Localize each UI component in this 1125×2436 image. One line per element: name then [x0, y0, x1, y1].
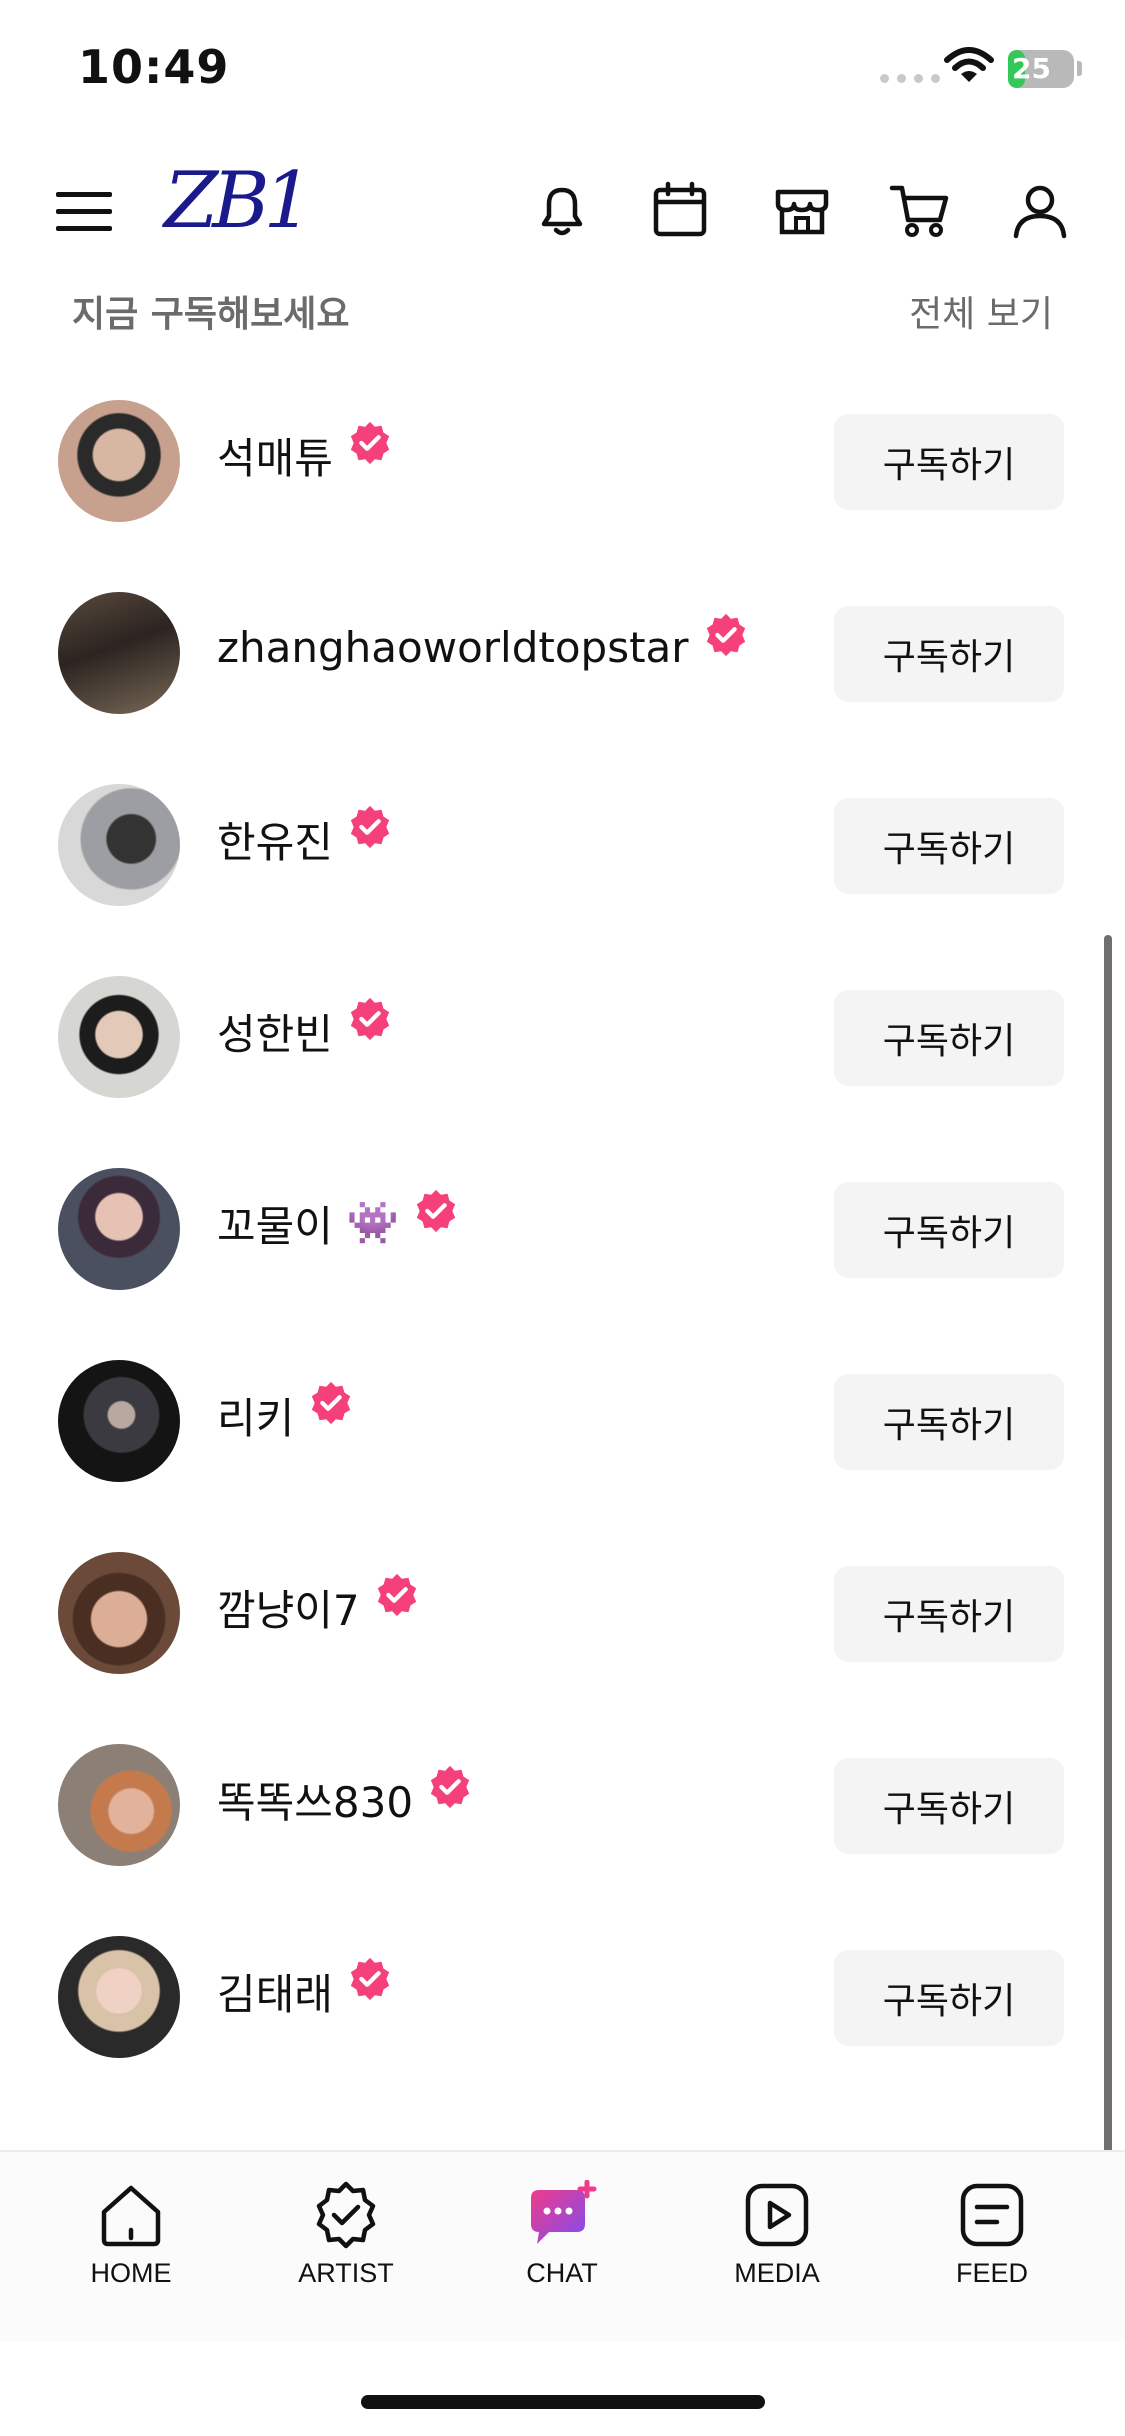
verified-badge-icon [312, 1381, 351, 1425]
subscribe-button[interactable]: 구독하기 [834, 414, 1064, 510]
tab-label: MEDIA [734, 2258, 820, 2288]
home-indicator [361, 2395, 765, 2409]
profile-icon[interactable] [1008, 178, 1072, 242]
subscribe-button[interactable]: 구독하기 [834, 1182, 1064, 1278]
tab-feed[interactable]: FEED [912, 2180, 1072, 2289]
artist-name[interactable]: 한유진 [217, 809, 333, 870]
avatar[interactable] [58, 1360, 180, 1482]
list-item[interactable]: 김태래 구독하기 [0, 1916, 1125, 2076]
see-all-link[interactable]: 전체 보기 [909, 285, 1053, 337]
menu-icon[interactable] [56, 190, 112, 234]
avatar[interactable] [58, 1552, 180, 1674]
artist-name[interactable]: 성한빈 [217, 1001, 333, 1062]
alien-monster-emoji: 👾 [346, 1198, 400, 1247]
subscribe-button[interactable]: 구독하기 [834, 798, 1064, 894]
bell-icon[interactable] [530, 178, 594, 242]
list-item[interactable]: 리키 구독하기 [0, 1340, 1125, 1500]
verified-badge-icon [350, 805, 390, 849]
chat-icon [531, 2180, 597, 2244]
artist-name[interactable]: 깜냥이7 [217, 1577, 360, 1638]
tab-chat[interactable]: CHAT [482, 2180, 642, 2289]
avatar[interactable] [58, 1168, 180, 1290]
battery-cap [1077, 61, 1082, 76]
artist-name[interactable]: 석매튜 [217, 425, 333, 486]
subscribe-button[interactable]: 구독하기 [834, 1950, 1064, 2046]
list-item[interactable]: 성한빈 구독하기 [0, 956, 1125, 1116]
verified-badge-icon [350, 421, 390, 465]
artist-name[interactable]: 리키 [217, 1385, 294, 1446]
avatar[interactable] [58, 1744, 180, 1866]
scrollbar[interactable] [1104, 935, 1112, 2325]
tab-media[interactable]: MEDIA [697, 2180, 857, 2289]
list-item[interactable]: 깜냥이7 구독하기 [0, 1532, 1125, 1692]
battery-level: 25 [1012, 52, 1051, 85]
list-item[interactable]: zhanghaoworldtopstar 구독하기 [0, 572, 1125, 732]
home-icon [101, 2185, 161, 2247]
avatar[interactable] [58, 1936, 180, 2058]
feed-icon [960, 2183, 1024, 2247]
tab-label: HOME [90, 2258, 172, 2288]
avatar[interactable] [58, 592, 180, 714]
tab-artist[interactable]: ARTIST [266, 2180, 426, 2289]
section-header: 지금 구독해보세요 전체 보기 [0, 285, 1125, 345]
tab-home[interactable]: HOME [51, 2180, 211, 2289]
artist-badge-icon [316, 2181, 376, 2249]
verified-badge-icon [706, 613, 745, 657]
subscribe-button[interactable]: 구독하기 [834, 990, 1064, 1086]
subscribe-button[interactable]: 구독하기 [834, 1566, 1064, 1662]
tab-label: FEED [955, 2258, 1028, 2288]
artist-name[interactable]: zhanghaoworldtopstar [217, 623, 689, 672]
cellular-signal-icon [880, 74, 940, 83]
brand-logo[interactable]: ZB1 [164, 156, 313, 246]
artist-name[interactable]: 꼬물이 [217, 1193, 333, 1254]
avatar[interactable] [58, 400, 180, 522]
verified-badge-icon [377, 1573, 416, 1617]
status-bar: 10:49 25 [0, 0, 1125, 140]
verified-badge-icon [430, 1765, 470, 1809]
list-item[interactable]: 석매튜 구독하기 [0, 380, 1125, 540]
list-item[interactable]: 똑똑쓰830 구독하기 [0, 1724, 1125, 1884]
avatar[interactable] [58, 976, 180, 1098]
shop-icon[interactable] [770, 178, 834, 242]
play-icon [745, 2183, 809, 2247]
artist-name[interactable]: 김태래 [217, 1961, 333, 2022]
subscribe-button[interactable]: 구독하기 [834, 1374, 1064, 1470]
calendar-icon[interactable] [648, 178, 712, 242]
artist-name[interactable]: 똑똑쓰830 [217, 1769, 413, 1830]
section-title: 지금 구독해보세요 [72, 294, 350, 335]
subscribe-button[interactable]: 구독하기 [834, 606, 1064, 702]
bottom-tab-bar: HOME ARTIST CHAT MEDIA FEED [0, 2150, 1125, 2342]
app-header: ZB1 [0, 150, 1125, 270]
avatar[interactable] [58, 784, 180, 906]
cart-icon[interactable] [888, 178, 952, 242]
tab-label: CHAT [526, 2258, 598, 2288]
list-item[interactable]: 꼬물이 👾 구독하기 [0, 1148, 1125, 1308]
battery-icon: 25 [1008, 50, 1074, 88]
status-time: 10:49 [78, 40, 230, 94]
verified-badge-icon [350, 997, 390, 1041]
list-item[interactable]: 한유진 구독하기 [0, 764, 1125, 924]
tab-label: ARTIST [298, 2258, 394, 2288]
verified-badge-icon [350, 1957, 390, 2001]
subscribe-button[interactable]: 구독하기 [834, 1758, 1064, 1854]
verified-badge-icon [417, 1189, 456, 1233]
wifi-icon [944, 47, 994, 82]
